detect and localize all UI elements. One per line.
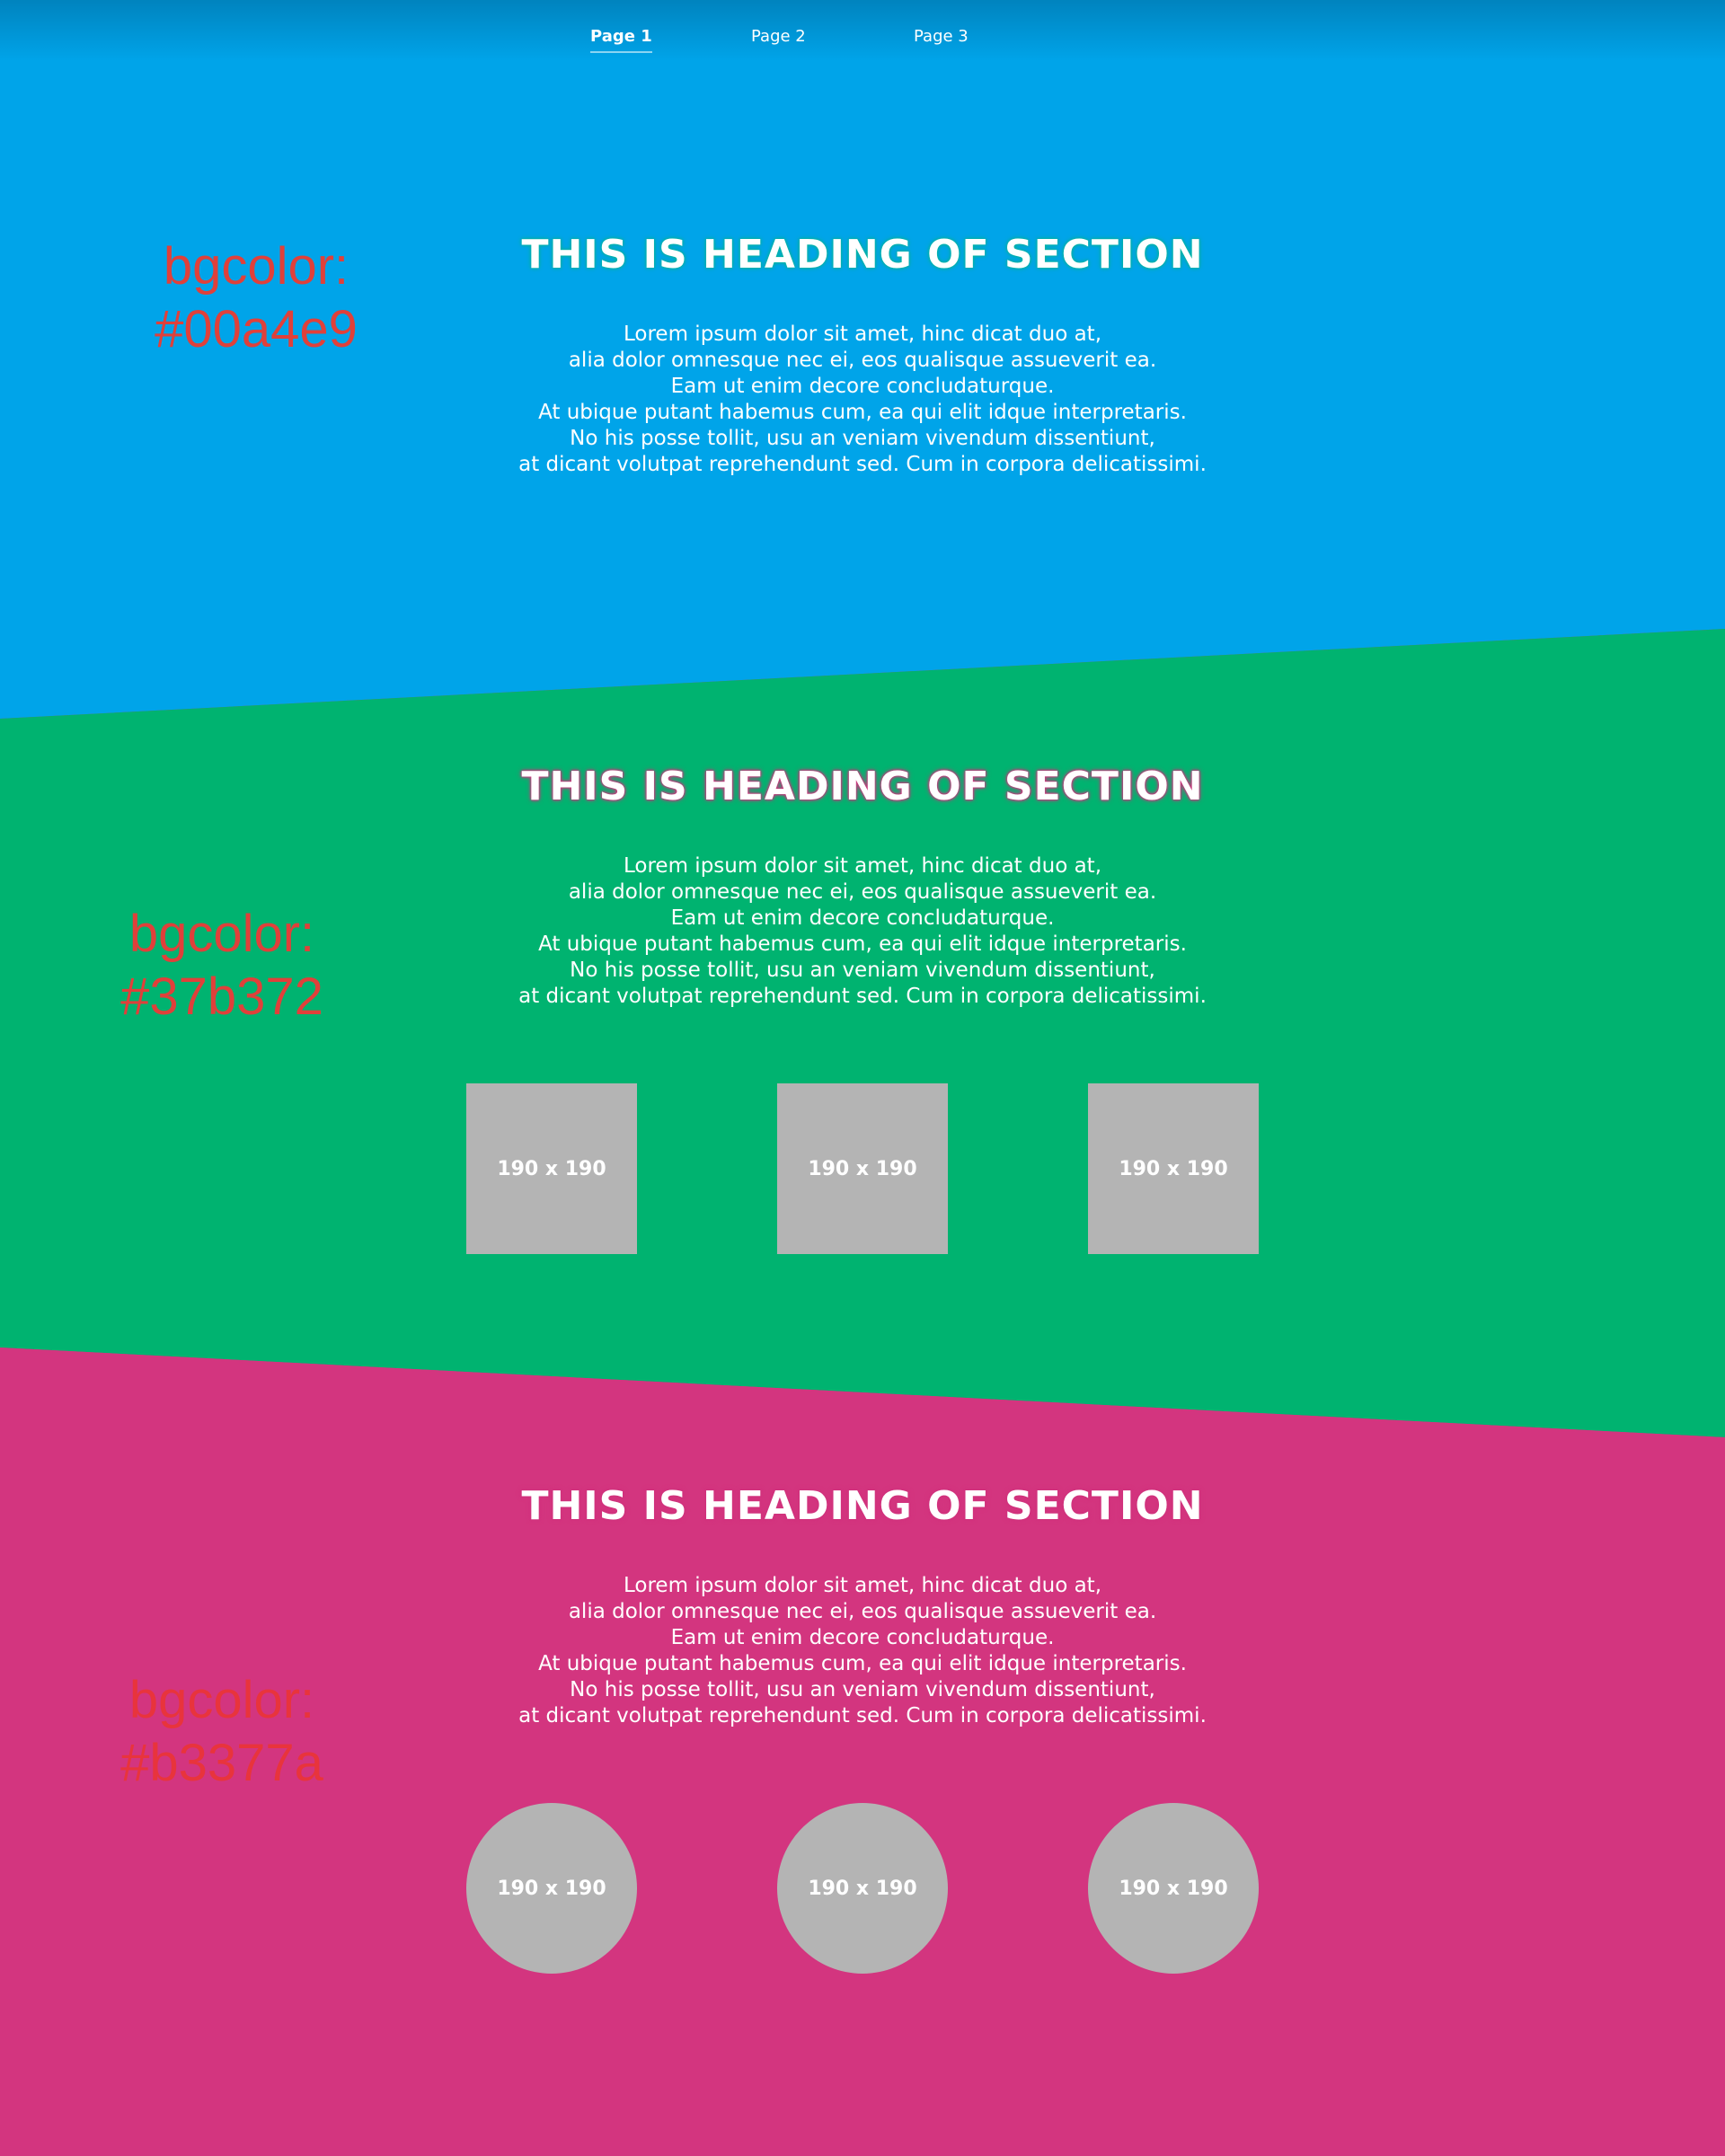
text-line: at dicant volutpat reprehendunt sed. Cum… [518,453,1207,476]
image-placeholder-round: 190 x 190 [1088,1803,1259,1974]
image-placeholder: 190 x 190 [1088,1083,1259,1254]
text-line: Lorem ipsum dolor sit amet, hinc dicat d… [624,854,1101,878]
bgcolor-note: bgcolor: #37b372 [92,903,352,1029]
bgcolor-value: #00a4e9 [155,300,358,358]
bgcolor-value: #b3377a [120,1734,323,1792]
image-placeholder: 190 x 190 [777,1083,948,1254]
nav-page-2[interactable]: Page 2 [751,27,806,51]
text-line: alia dolor omnesque nec ei, eos qualisqu… [568,1600,1157,1623]
section-heading: THIS IS HEADING OF SECTION [521,1483,1204,1529]
text-line: Eam ut enim decore concludaturque. [670,375,1055,398]
text-line: Eam ut enim decore concludaturque. [670,1626,1055,1649]
bgcolor-value: #37b372 [120,968,323,1026]
section-heading: THIS IS HEADING OF SECTION [521,764,1204,809]
image-placeholder-round: 190 x 190 [466,1803,637,1974]
top-nav: Page 1 Page 2 Page 3 [0,27,1725,54]
bgcolor-note: bgcolor: #b3377a [92,1669,352,1795]
section-background-green [0,629,1725,1437]
bgcolor-label: bgcolor: [163,237,349,296]
nav-page-3[interactable]: Page 3 [914,27,969,51]
text-line: At ubique putant habemus cum, ea qui eli… [538,401,1187,424]
text-line: No his posse tollit, usu an veniam viven… [570,427,1155,450]
bgcolor-note: bgcolor: #00a4e9 [126,235,386,361]
page: Page 1 Page 2 Page 3 THIS IS HEADING OF … [0,0,1725,2156]
text-line: Lorem ipsum dolor sit amet, hinc dicat d… [624,1574,1101,1597]
bgcolor-label: bgcolor: [128,1671,315,1729]
image-placeholder: 190 x 190 [466,1083,637,1254]
nav-page-1[interactable]: Page 1 [590,27,652,53]
image-placeholder-round: 190 x 190 [777,1803,948,1974]
bgcolor-label: bgcolor: [128,905,315,963]
text-line: alia dolor omnesque nec ei, eos qualisqu… [568,880,1157,904]
